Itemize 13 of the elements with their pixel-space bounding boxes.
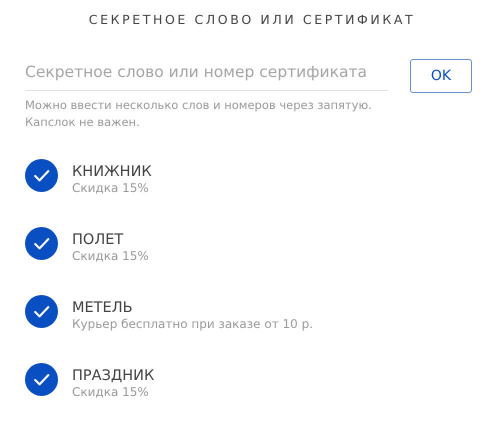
- code-description: Скидка 15%: [72, 385, 150, 400]
- hint-text: Капслок не важен.: [25, 114, 141, 131]
- dialog-title: СЕКРЕТНОЕ СЛОВО ИЛИ СЕРТИФИКАТ: [88, 12, 416, 27]
- code-name: ПРАЗДНИК: [72, 367, 154, 385]
- code-name: КНИЖНИК: [72, 163, 152, 181]
- code-description: Курьер бесплатно при заказе от 10 р.: [72, 317, 314, 332]
- ok-button[interactable]: OK: [410, 59, 472, 93]
- code-name: МЕТЕЛЬ: [72, 299, 134, 317]
- code-input-field[interactable]: Секретное слово или номер сертификата: [25, 59, 388, 91]
- code-description: Скидка 15%: [72, 249, 149, 264]
- code-name: ПОЛЕТ: [72, 231, 124, 249]
- code-description: Скидка 15%: [72, 181, 150, 196]
- hint-text: Можно ввести несколько слов и номеров через запятую.: [25, 97, 373, 114]
